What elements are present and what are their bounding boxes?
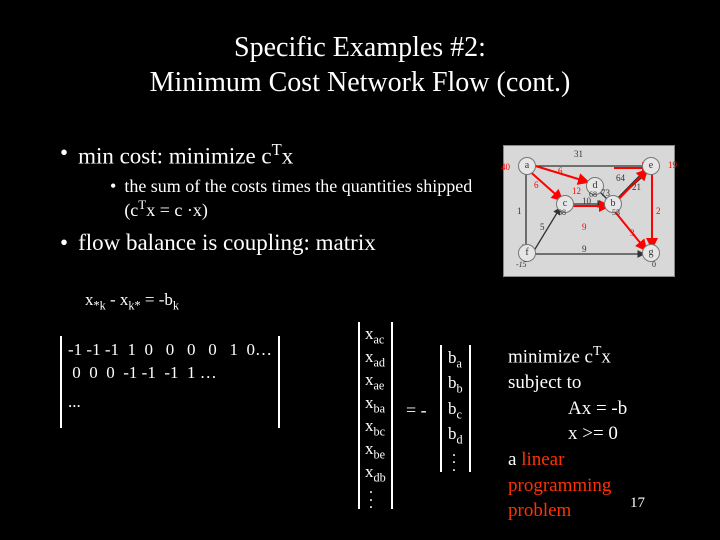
lp-a-article: a [508, 449, 521, 470]
title-line-1: Specific Examples #2: [234, 32, 486, 63]
lp-red-problem: problem [508, 500, 571, 521]
label-db: 73 [601, 188, 610, 198]
node-e: e [642, 157, 660, 175]
balance-equation: x*k - xk* = -bk [85, 290, 179, 313]
bullet-flow-balance: flow balance is coupling: matrix [60, 230, 490, 256]
balance-mid: - x [106, 290, 129, 309]
x-vdots: ... [365, 485, 386, 507]
label-c-by: 88 [558, 208, 566, 217]
label-b-by: 53 [612, 208, 620, 217]
matrix-a-row-2: 0 0 0 -1 -1 -1 1 … [68, 362, 272, 385]
label-fc: 5 [540, 222, 545, 232]
node-g: g [642, 244, 660, 262]
vector-b: ba bb bc bd ... [440, 345, 471, 472]
x-db: db [374, 471, 386, 485]
x-bc: bc [374, 425, 386, 439]
label-a-in: 40 [501, 162, 510, 172]
node-a: a [518, 157, 536, 175]
label-af: 1 [517, 206, 522, 216]
lp-subject-to: subject to [508, 370, 627, 396]
matrix-a-row-3: ... [68, 391, 272, 414]
x-ac: ac [374, 332, 385, 346]
bullet1-text-post: x [282, 144, 294, 169]
label-ae: 31 [574, 149, 583, 159]
balance-s3: k [173, 298, 179, 312]
lp-min-post: x [601, 346, 611, 367]
label-cb: 10 [582, 196, 591, 206]
balance-s1: *k [94, 298, 106, 312]
x-ad: ad [374, 355, 386, 369]
lp-min-pre: minimize c [508, 346, 593, 367]
label-cb-bot: 9 [582, 222, 587, 232]
label-f-val: -15 [516, 260, 527, 269]
lp-red-programming: programming [508, 475, 611, 496]
b-d: d [457, 432, 463, 446]
page-number: 17 [630, 495, 645, 512]
label-be: 21 [632, 182, 641, 192]
sub1-post: x = c ·x) [146, 200, 208, 220]
x-be: be [374, 448, 386, 462]
matrix-a-row-1: -1 -1 -1 1 0 0 0 0 1 0… [68, 339, 272, 362]
x-ae: ae [374, 379, 385, 393]
equals-negative: = - [406, 400, 427, 421]
matrix-a: -1 -1 -1 1 0 0 0 0 1 0… 0 0 0 -1 -1 -1 1… [60, 336, 345, 428]
b-vdots: ... [448, 448, 463, 470]
subbullet-sum-costs: the sum of the costs times the quantitie… [110, 176, 490, 222]
lp-xge: x >= 0 [508, 421, 627, 447]
label-ac: 6 [534, 180, 539, 190]
label-g-val: 0 [652, 260, 656, 269]
balance-s2: k* [128, 298, 140, 312]
balance-pre: x [85, 290, 94, 309]
balance-mid2: = -b [141, 290, 173, 309]
x-ba: ba [374, 402, 386, 416]
bullet1-sup: T [272, 140, 282, 159]
label-eb: 64 [616, 173, 625, 183]
label-ad2: 12 [572, 186, 581, 196]
bullet1-text-pre: min cost: minimize c [78, 144, 272, 169]
vector-x: xac xad xae xba xbc xbe xdb ... [358, 322, 393, 509]
label-e-out: 19 [668, 160, 677, 170]
network-graph: a d e c b f g 40 31 19 6 6 12 68 64 73 2… [503, 145, 675, 277]
lp-formulation: minimize cTx subject to Ax = -b x >= 0 a… [508, 342, 627, 524]
label-bg: 3 [630, 228, 635, 238]
label-fg: 9 [582, 244, 587, 254]
b-c: c [457, 407, 462, 421]
label-ad: 6 [558, 166, 563, 176]
b-b: b [457, 382, 463, 396]
label-eg: 2 [656, 206, 661, 216]
bullet2-text: flow balance is coupling: matrix [78, 230, 376, 256]
lp-red-linear: linear [521, 449, 564, 470]
bullet-min-cost: min cost: minimize cTx [60, 140, 490, 170]
b-a: a [457, 356, 462, 370]
lp-ax: Ax = -b [508, 396, 627, 422]
title-line-2: Minimum Cost Network Flow (cont.) [150, 67, 571, 98]
